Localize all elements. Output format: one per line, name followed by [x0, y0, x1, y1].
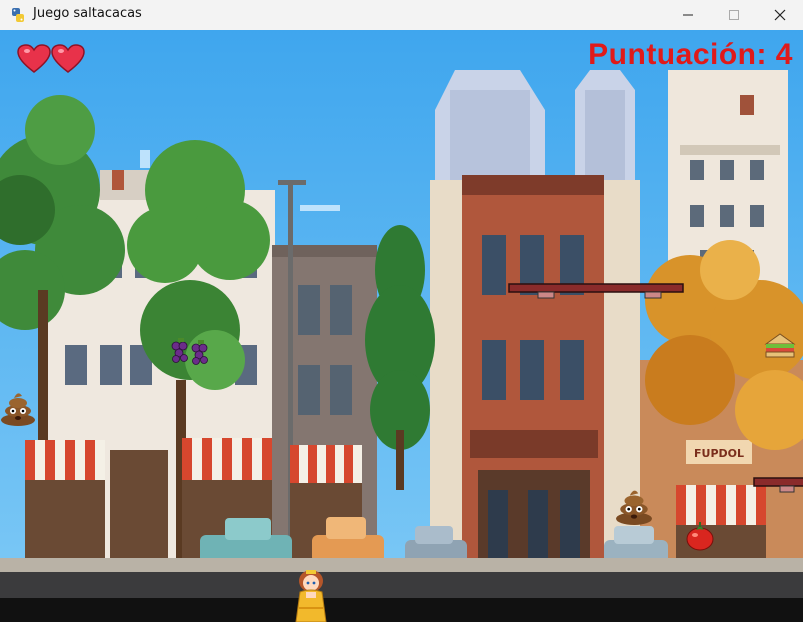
- grapes-icon: [171, 338, 208, 365]
- city-background: FUPDOL: [0, 30, 803, 622]
- tomato-icon: [686, 522, 714, 551]
- poop-icon: [1, 393, 35, 426]
- close-icon: [774, 9, 786, 21]
- minimize-button[interactable]: [665, 0, 711, 30]
- sandwich-icon: [764, 333, 796, 358]
- minimize-icon: [683, 14, 693, 16]
- maximize-button[interactable]: [711, 0, 757, 30]
- score-display: Puntuación: 4: [588, 38, 793, 71]
- player-princess: [295, 570, 327, 622]
- maximize-icon: [729, 10, 739, 20]
- life-heart-icon: [17, 44, 51, 73]
- svg-text:FUPDOL: FUPDOL: [694, 447, 744, 460]
- life-heart-icon: [51, 44, 85, 73]
- python-icon: [12, 8, 24, 22]
- poop-icon: [616, 490, 652, 525]
- close-button[interactable]: [757, 0, 803, 30]
- game-canvas[interactable]: FUPDOL Puntuación: 4: [0, 30, 803, 622]
- window-titlebar: Juego saltacacas: [0, 0, 803, 31]
- brick-building: [430, 175, 640, 580]
- window-title: Juego saltacacas: [33, 6, 142, 21]
